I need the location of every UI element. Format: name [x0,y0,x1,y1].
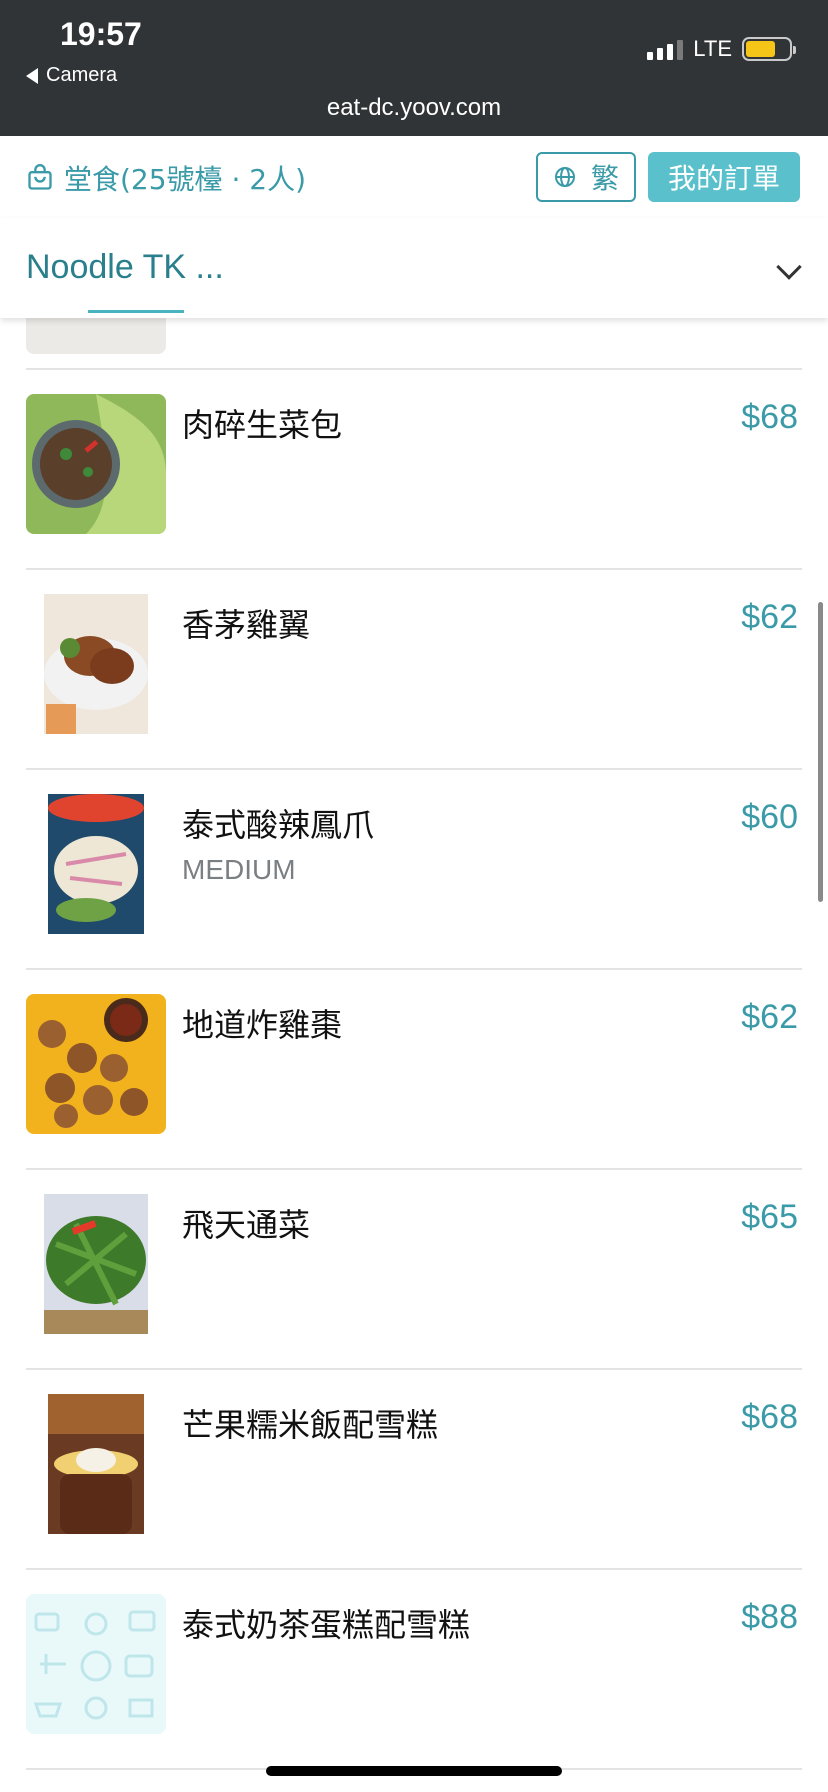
thai-chicken-feet-photo[interactable] [48,794,144,934]
menu-item[interactable]: 地道炸雞棗 $62 [0,970,828,1170]
scrollbar[interactable] [818,602,823,902]
menu-item-name: 飛天通菜 [182,1206,311,1244]
home-indicator[interactable] [266,1766,562,1776]
active-tab-indicator [88,310,184,313]
language-label: 繁 [590,162,619,195]
menu-item-name: 地道炸雞棗 [182,1006,343,1044]
menu-item[interactable]: 肉碎生菜包 $68 [0,370,828,570]
lemongrass-chicken-wings-photo[interactable] [44,594,148,734]
minced-pork-lettuce-photo[interactable] [26,394,166,534]
status-time: 19:57 [60,16,142,52]
back-label: Camera [46,64,118,86]
network-label: LTE [693,36,732,61]
menu-item-option: MEDIUM [182,854,296,885]
placeholder-image[interactable] [26,1594,166,1734]
menu-item[interactable]: 芒果糯米飯配雪糕 $68 [0,1370,828,1570]
shopping-bag-icon [28,164,52,190]
status-indicators: LTE [647,36,796,62]
menu-item-price: $88 [741,1598,798,1636]
morning-glory-photo[interactable] [44,1194,148,1334]
menu-item-name: 肉碎生菜包 [182,406,343,444]
menu-item-name: 泰式奶茶蛋糕配雪糕 [182,1606,471,1644]
battery-icon [742,37,796,61]
menu-item[interactable]: 泰式酸辣鳳爪 MEDIUM $60 [0,770,828,970]
dine-info-label: 堂食(25號檯 · 2人) [64,163,306,196]
dine-info[interactable]: 堂食(25號檯 · 2人) [26,158,306,198]
top-bar: 堂食(25號檯 · 2人) 繁 我的訂單 [0,136,828,218]
menu-item-name: 香茅雞翼 [182,606,311,644]
category-bar[interactable]: Noodle TK ... [0,218,828,318]
fried-chicken-balls-photo[interactable] [26,994,166,1134]
battery-level [746,41,776,57]
back-to-camera-link[interactable]: Camera [26,64,117,87]
back-arrow-icon [26,67,38,84]
menu-item-price: $65 [741,1198,798,1236]
mango-sticky-rice-photo[interactable] [48,1394,144,1534]
signal-icon [647,38,684,60]
chevron-down-icon[interactable] [776,254,802,280]
menu-item-price: $62 [741,598,798,636]
menu-item-price: $60 [741,798,798,836]
menu-item[interactable]: 飛天通菜 $65 [0,1170,828,1370]
my-orders-button[interactable]: 我的訂單 [648,152,800,202]
language-button[interactable]: 繁 [536,152,636,202]
menu-item-price: $68 [741,398,798,436]
menu-item[interactable]: 香茅雞翼 $62 [0,570,828,770]
partial-item-image [26,318,166,354]
menu-item-name: 泰式酸辣鳳爪 [182,806,375,844]
status-bar: 19:57 Camera LTE eat-dc.yoov.com [0,0,828,136]
menu-item[interactable]: 泰式奶茶蛋糕配雪糕 $88 [0,1570,828,1770]
menu-item-price: $68 [741,1398,798,1436]
url-bar[interactable]: eat-dc.yoov.com [0,94,828,122]
menu-item-price: $62 [741,998,798,1036]
category-tab-active[interactable]: Noodle TK ... [26,248,224,287]
globe-icon [554,167,575,187]
menu-item-name: 芒果糯米飯配雪糕 [182,1406,439,1444]
menu-list[interactable]: 肉碎生菜包 $68 香茅雞翼 $62 泰式酸辣鳳爪 MEDIUM $60 地道炸雞棗 $62 飛天… [0,318,828,1792]
